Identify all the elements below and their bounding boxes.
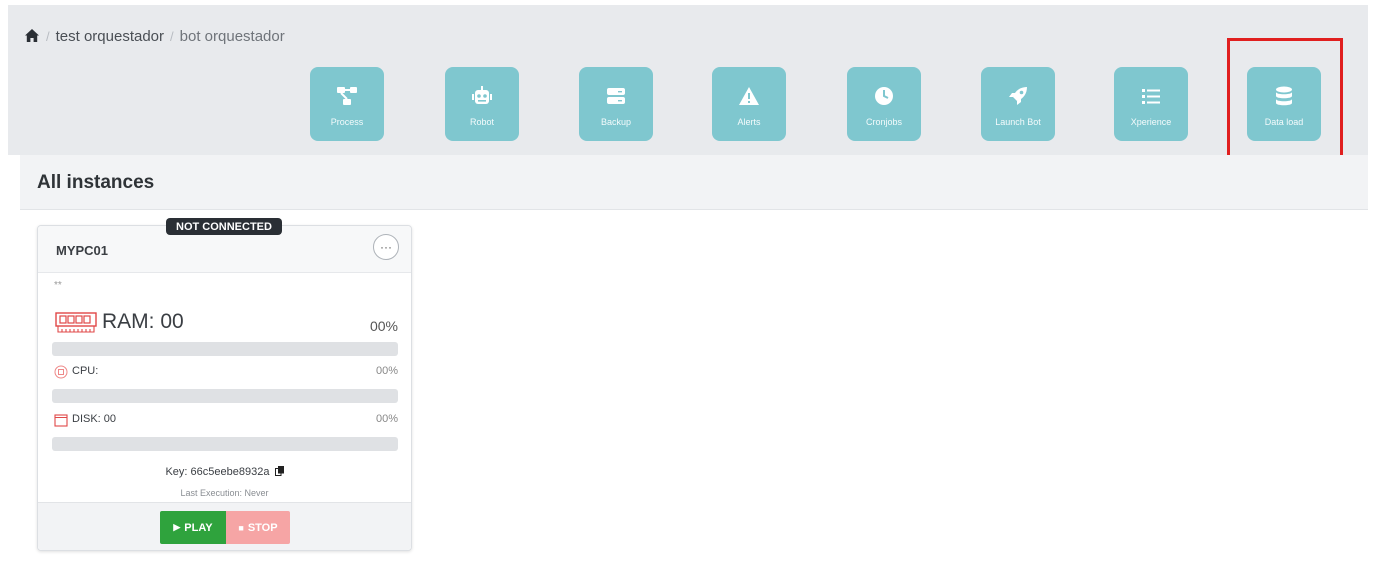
disk-row: DISK: 00 00% [54,412,398,428]
process-button-label: Process [330,117,364,127]
cronjobs-button[interactable]: Cronjobs [847,67,921,141]
backup-button-label: Backup [600,117,632,127]
stop-icon: ■ [238,522,244,533]
last-execution: Last Execution: Never [180,488,269,498]
xperience-button-label: Xperience [1130,117,1172,127]
cpu-label: CPU: [72,365,99,377]
launch-bot-button-label: Launch Bot [995,117,1041,127]
stop-button-label: STOP [247,521,278,534]
breadcrumb-separator: / [170,28,174,44]
play-button[interactable]: ▶ PLAY [160,511,226,544]
cpu-row: CPU: 00% [54,364,398,380]
highlight-box [1227,38,1343,158]
ram-label: RAM: 00 [102,310,184,333]
breadcrumb-separator: / [46,28,50,44]
alerts-button-label: Alerts [737,117,761,127]
backup-button[interactable]: Backup [579,67,653,141]
list-icon [1142,89,1160,104]
section-header: All instances [20,155,1368,210]
ram-progress-bar [52,342,398,356]
cronjobs-button-label: Cronjobs [865,117,903,127]
toolbar: Process Robot Backup Alerts Cronjobs Lau… [0,67,1373,141]
disk-icon [54,414,68,427]
disk-progress-bar [52,437,398,451]
home-icon[interactable] [24,28,40,44]
instance-card: MYPC01 ··· NOT CONNECTED ** RAM: 00 00% … [37,218,412,551]
robot-icon [472,86,492,104]
instance-key: Key: 66c5eebe8932a [165,466,270,478]
rocket-icon [1009,87,1027,105]
card-footer: ▶ PLAY ■ STOP [38,502,411,550]
breadcrumb-item-bot: bot orquestador [179,27,285,45]
process-icon [337,87,357,105]
disk-label: DISK: 00 [72,413,117,425]
instance-name: MYPC01 [56,243,109,258]
play-icon: ▶ [173,522,181,532]
process-button[interactable]: Process [310,67,384,141]
ram-row: RAM: 00 00% [54,308,398,336]
cpu-percent: 00% [375,365,398,377]
more-options-button[interactable]: ··· [373,234,399,260]
server-icon [607,88,625,104]
instance-key-row: Key: 66c5eebe8932a [38,466,411,478]
clock-icon [875,87,893,105]
play-button-label: PLAY [184,521,213,534]
stop-button[interactable]: ■ STOP [226,511,290,544]
robot-button-label: Robot [469,117,495,127]
xperience-button[interactable]: Xperience [1114,67,1188,141]
launch-bot-button[interactable]: Launch Bot [981,67,1055,141]
disk-percent: 00% [375,413,398,425]
status-badge: NOT CONNECTED [166,218,282,235]
page-title: All instances [37,172,155,193]
memory-icon [55,312,97,333]
alert-icon [739,87,759,105]
copy-icon[interactable] [274,466,284,476]
breadcrumb: / test orquestador / bot orquestador [24,26,285,46]
robot-button[interactable]: Robot [445,67,519,141]
alerts-button[interactable]: Alerts [712,67,786,141]
cpu-progress-bar [52,389,398,403]
breadcrumb-item-project[interactable]: test orquestador [56,28,164,45]
instance-description: ** [54,280,62,291]
cpu-icon [54,365,68,379]
ram-percent: 00% [369,318,398,334]
